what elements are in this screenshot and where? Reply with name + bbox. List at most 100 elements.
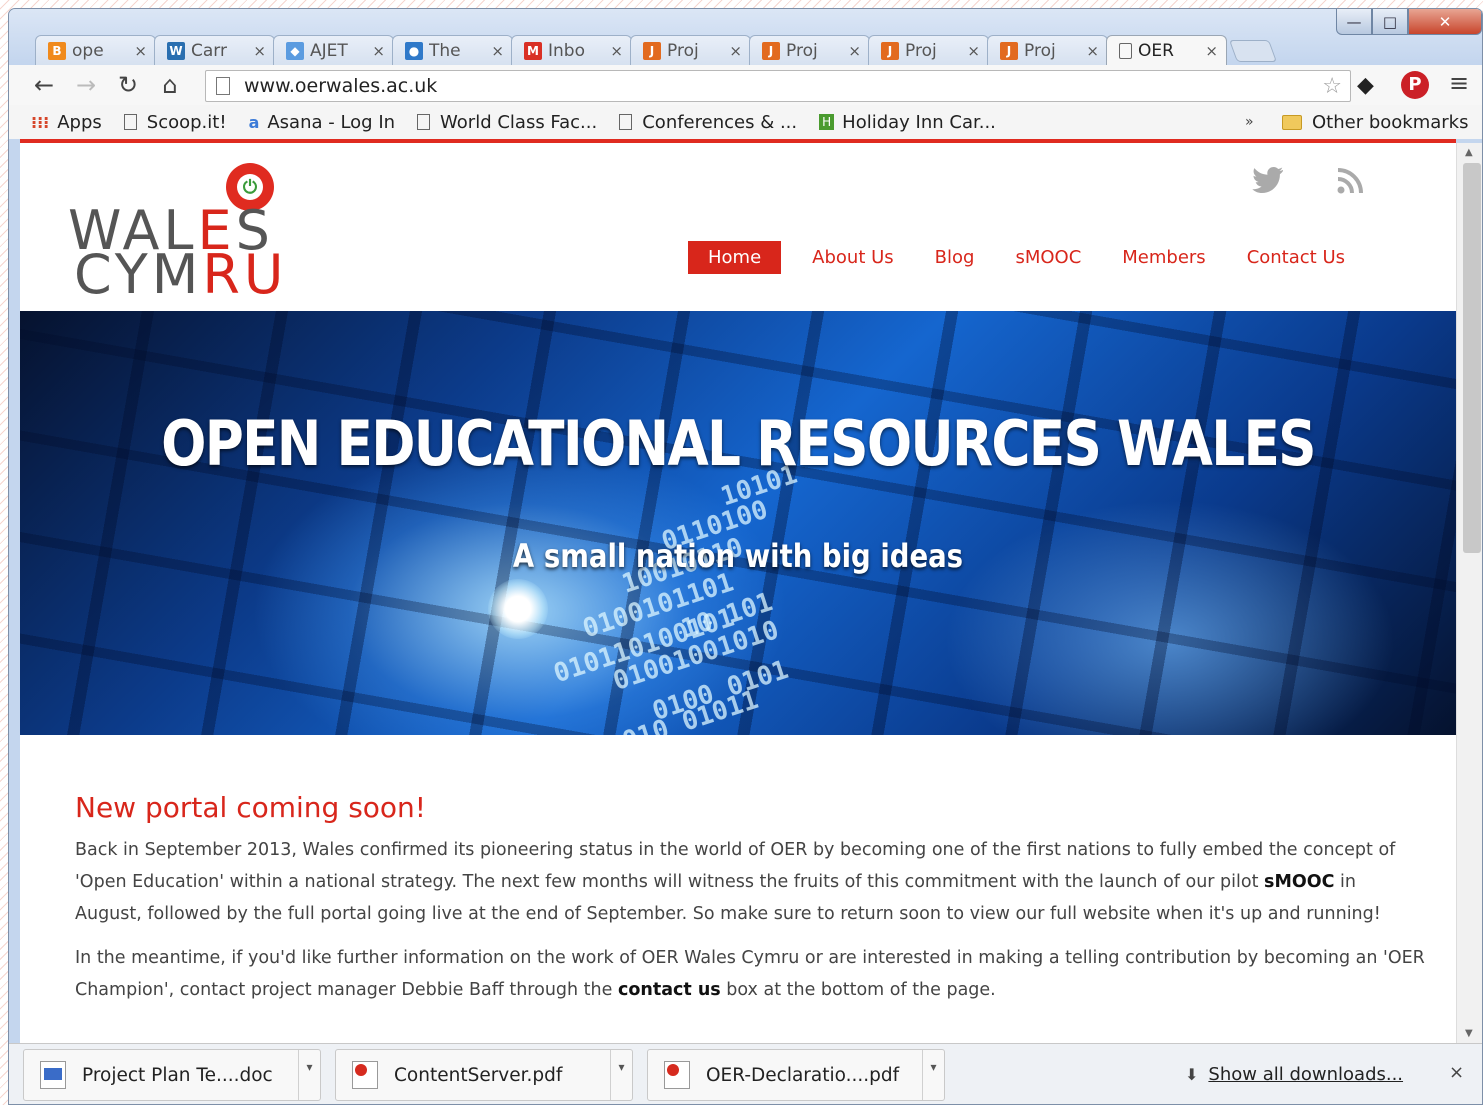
more-bookmarks-chevron[interactable]: » <box>1245 114 1254 130</box>
forward-button[interactable]: → <box>65 71 107 99</box>
scroll-down-arrow[interactable]: ▼ <box>1465 1028 1473 1039</box>
browser-tab[interactable]: J Proj × <box>987 35 1108 65</box>
tab-close-icon[interactable]: × <box>967 42 980 60</box>
new-tab-button[interactable] <box>1228 40 1278 62</box>
browser-tab[interactable]: OER × <box>1106 35 1227 65</box>
download-item[interactable]: OER-Declaratio....pdf ▾ <box>647 1049 945 1101</box>
nav-smooc[interactable]: sMOOC <box>1015 247 1081 268</box>
show-all-downloads-link[interactable]: Show all downloads... <box>1208 1064 1403 1085</box>
bookmark-label: Scoop.it! <box>146 111 227 133</box>
scrollbar-thumb[interactable] <box>1463 163 1481 553</box>
show-all-downloads[interactable]: ⬇ Show all downloads... <box>1185 1064 1403 1085</box>
tab-close-icon[interactable]: × <box>491 42 504 60</box>
bookmark-apps[interactable]: ⁝⁝⁝ Apps <box>31 112 102 133</box>
browser-tab[interactable]: ◆ AJET × <box>273 35 394 65</box>
browser-tab[interactable]: J Proj × <box>868 35 989 65</box>
globe-icon: ● <box>405 41 423 60</box>
close-downloads-shelf-button[interactable]: × <box>1449 1062 1464 1083</box>
download-menu-chevron-icon[interactable]: ▾ <box>922 1050 944 1100</box>
download-item[interactable]: Project Plan Te....doc ▾ <box>23 1049 321 1101</box>
pdf-icon <box>352 1061 378 1089</box>
page-scrollbar[interactable]: ▲ ▼ <box>1456 143 1482 1043</box>
twitter-icon[interactable] <box>1252 167 1284 199</box>
tabs: Bope × W Carr × ◆ AJET × ● The × M Inbo × J Proj × J Proj ×… <box>35 35 1278 65</box>
nav-blog[interactable]: Blog <box>935 247 975 268</box>
tab-title: Inbo <box>548 40 585 61</box>
browser-toolbar: ← → ↻ ⌂ www.oerwales.ac.uk ☆ ◆ P ≡ <box>9 65 1482 105</box>
download-menu-chevron-icon[interactable]: ▾ <box>610 1050 632 1100</box>
bookmark-star-icon[interactable]: ☆ <box>1322 74 1342 99</box>
download-menu-chevron-icon[interactable]: ▾ <box>298 1050 320 1100</box>
browser-tab[interactable]: J Proj × <box>630 35 751 65</box>
reload-button[interactable]: ↻ <box>107 71 149 99</box>
url-text: www.oerwales.ac.uk <box>244 75 438 97</box>
download-filename: ContentServer.pdf <box>394 1064 563 1086</box>
bookmark-label: World Class Fac... <box>440 111 598 133</box>
article-paragraph-2: In the meantime, if you'd like further i… <box>75 948 1425 1000</box>
bookmark-holiday-inn[interactable]: H Holiday Inn Car... <box>819 112 996 133</box>
close-window-button[interactable]: ✕ <box>1408 9 1482 35</box>
bookmark-scoopit[interactable]: Scoop.it! <box>123 111 227 133</box>
home-button[interactable]: ⌂ <box>149 71 191 99</box>
tab-title: Proj <box>786 40 818 61</box>
bookmark-conferences[interactable]: Conferences & ... <box>619 112 797 133</box>
article-heading: New portal coming soon! <box>75 791 427 824</box>
nav-contact-us[interactable]: Contact Us <box>1247 247 1345 268</box>
other-bookmarks[interactable]: Other bookmarks <box>1282 112 1468 133</box>
browser-tab[interactable]: J Proj × <box>749 35 870 65</box>
bookmark-label: Conferences & ... <box>642 111 798 133</box>
download-item[interactable]: ContentServer.pdf ▾ <box>335 1049 633 1101</box>
main-content: New portal coming soon! Back in Septembe… <box>75 791 1425 1018</box>
browser-window: Bope × W Carr × ◆ AJET × ● The × M Inbo × J Proj × J Proj ×… <box>8 8 1483 1105</box>
wordpress-icon: W <box>167 41 185 60</box>
browser-tab[interactable]: ● The × <box>392 35 513 65</box>
tab-close-icon[interactable]: × <box>372 42 385 60</box>
tab-title: Proj <box>905 40 937 61</box>
tab-close-icon[interactable]: × <box>848 42 861 60</box>
project-icon: J <box>643 41 661 60</box>
project-icon: J <box>881 41 899 60</box>
nav-home[interactable]: Home <box>688 241 782 274</box>
page-icon <box>123 114 137 130</box>
address-bar[interactable]: www.oerwales.ac.uk ☆ <box>205 70 1351 102</box>
bookmark-label: Asana - Log In <box>267 111 396 133</box>
smooc-emphasis: sMOOC <box>1264 872 1335 892</box>
contact-us-emphasis: contact us <box>617 980 721 1000</box>
bookmark-label: Apps <box>57 111 102 133</box>
tab-title: ope <box>72 40 104 61</box>
browser-tab[interactable]: Bope × <box>35 35 156 65</box>
rss-icon[interactable] <box>1336 167 1364 201</box>
project-icon: J <box>762 41 780 60</box>
maximize-button[interactable]: □ <box>1372 9 1408 35</box>
tab-close-icon[interactable]: × <box>610 42 623 60</box>
back-button[interactable]: ← <box>23 71 65 99</box>
other-bookmarks-label: Other bookmarks <box>1312 111 1469 133</box>
blogger-icon: B <box>48 41 66 60</box>
bookmark-asana[interactable]: a Asana - Log In <box>249 112 395 133</box>
tab-close-icon[interactable]: × <box>1086 42 1099 60</box>
site-logo[interactable]: ⏻ WALES CYMRU <box>68 163 338 306</box>
menu-icon[interactable]: ≡ <box>1449 69 1469 97</box>
tab-title: Proj <box>667 40 699 61</box>
minimize-button[interactable]: — <box>1336 9 1372 35</box>
nav-about-us[interactable]: About Us <box>812 247 894 268</box>
page-icon <box>619 114 633 130</box>
browser-tab[interactable]: W Carr × <box>154 35 275 65</box>
tab-title: AJET <box>310 40 348 61</box>
browser-tab[interactable]: M Inbo × <box>511 35 632 65</box>
tab-close-icon[interactable]: × <box>253 42 266 60</box>
bookmark-world-class[interactable]: World Class Fac... <box>417 112 597 133</box>
tab-close-icon[interactable]: × <box>1205 42 1218 60</box>
diamond-icon: ◆ <box>286 41 304 60</box>
tab-close-icon[interactable]: × <box>729 42 742 60</box>
nav-members[interactable]: Members <box>1122 247 1205 268</box>
tab-strip: Bope × W Carr × ◆ AJET × ● The × M Inbo × J Proj × J Proj ×… <box>9 9 1482 65</box>
pinterest-extension-icon[interactable]: P <box>1401 71 1429 99</box>
pdf-icon <box>664 1061 690 1089</box>
pocket-extension-icon[interactable]: ◆ <box>1357 73 1374 98</box>
asana-icon: a <box>248 112 260 132</box>
hero-title: OPEN EDUCATIONAL RESOURCES WALES <box>161 407 1316 480</box>
scroll-up-arrow[interactable]: ▲ <box>1465 147 1473 158</box>
tab-close-icon[interactable]: × <box>134 42 147 60</box>
tab-title: The <box>429 40 461 61</box>
